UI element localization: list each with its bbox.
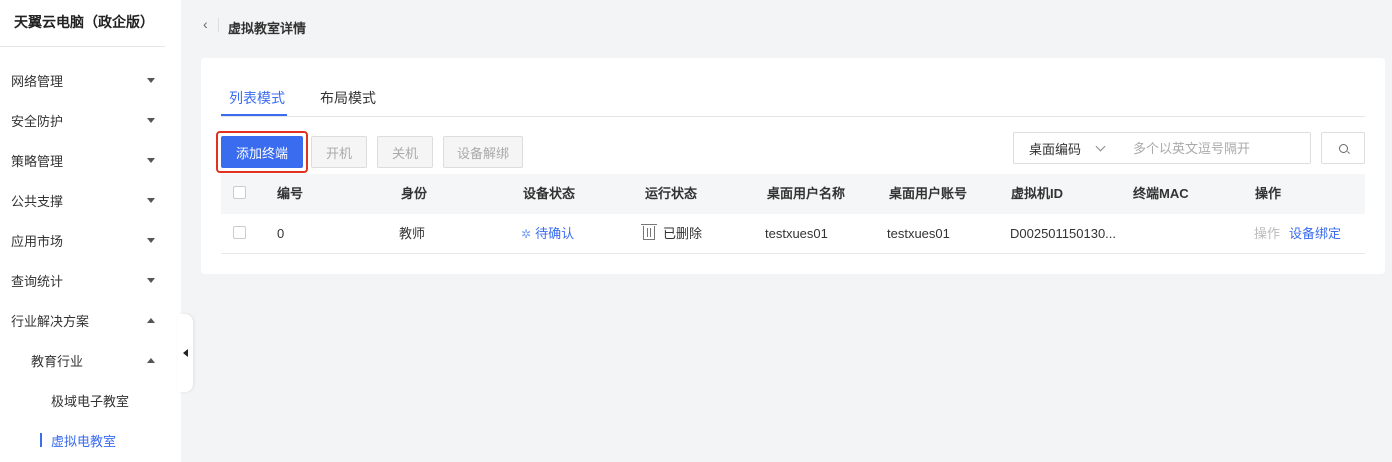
active-indicator	[40, 433, 42, 447]
sidebar-item-virtual-classroom[interactable]: 虚拟电教室	[0, 420, 181, 460]
chevron-up-icon	[147, 357, 155, 363]
cell-vm-id: D002501150130...	[1010, 226, 1117, 241]
page-title: 虚拟教室详情	[228, 21, 307, 36]
cell-identity: 教师	[399, 226, 426, 241]
sidebar-item-label: 行业解决方案	[11, 313, 90, 329]
chevron-down-icon	[147, 77, 155, 83]
search-filter-value: 桌面编码	[1029, 141, 1082, 157]
loading-icon: ✲	[521, 227, 532, 241]
sidebar-item-public-support[interactable]: 公共支撑	[0, 180, 181, 220]
power-on-button[interactable]: 开机	[311, 136, 367, 168]
sidebar-item-query-stats[interactable]: 查询统计	[0, 260, 181, 300]
search-icon	[1338, 143, 1348, 153]
column-header: 桌面用户账号	[889, 186, 968, 201]
bind-device-link[interactable]: 设备绑定	[1289, 214, 1341, 254]
sidebar-item-label: 虚拟电教室	[51, 433, 117, 449]
chevron-down-icon	[147, 197, 155, 203]
power-off-button[interactable]: 关机	[377, 136, 433, 168]
column-header: 终端MAC	[1133, 186, 1189, 201]
search-filter-select[interactable]: 桌面编码	[1013, 132, 1119, 164]
row-checkbox[interactable]	[233, 226, 246, 239]
column-header: 虚拟机ID	[1011, 186, 1064, 201]
cell-run-status: 已删除	[641, 214, 703, 254]
search-input[interactable]	[1118, 132, 1311, 164]
sidebar-item-electronic-classroom[interactable]: 极域电子教室	[0, 380, 181, 420]
sidebar-collapse-toggle[interactable]	[178, 314, 193, 392]
sidebar-item-security[interactable]: 安全防护	[0, 100, 181, 140]
chevron-down-icon	[1095, 141, 1106, 152]
sidebar-item-label: 公共支撑	[11, 193, 64, 209]
sidebar-item-label: 极域电子教室	[51, 393, 130, 409]
view-mode-tabs: 列表模式 布局模式	[221, 88, 1365, 117]
cell-desktop-user-account: testxues01	[887, 226, 950, 241]
cell-desktop-user-name: testxues01	[765, 226, 828, 241]
chevron-down-icon	[147, 277, 155, 283]
back-button[interactable]: ‹	[203, 16, 208, 32]
sidebar-item-label: 查询统计	[11, 273, 64, 289]
table-row: 0 教师 ✲ 待确认 已删除 testxues01 testxues01 D002…	[221, 214, 1365, 254]
trash-icon	[641, 224, 657, 240]
column-header: 设备状态	[523, 186, 576, 201]
cell-device-status: ✲ 待确认	[521, 214, 574, 254]
sidebar-item-app-market[interactable]: 应用市场	[0, 220, 181, 260]
column-header: 操作	[1255, 186, 1282, 201]
chevron-down-icon	[147, 117, 155, 123]
sidebar-item-education[interactable]: 教育行业	[0, 340, 181, 380]
chevron-up-icon	[147, 317, 155, 323]
sidebar-item-label: 应用市场	[11, 233, 64, 249]
operate-link[interactable]: 操作	[1254, 214, 1280, 254]
sidebar-item-label: 教育行业	[31, 353, 84, 369]
table-header: 编号 身份 设备状态 运行状态 桌面用户名称 桌面用户账号 虚拟机ID 终端MA…	[221, 174, 1365, 214]
sidebar-item-label: 策略管理	[11, 153, 64, 169]
header-divider	[218, 18, 219, 32]
select-all-checkbox[interactable]	[233, 186, 246, 199]
column-header: 桌面用户名称	[767, 186, 846, 201]
chevron-down-icon	[147, 237, 155, 243]
run-status-text: 已删除	[663, 226, 703, 241]
device-status-link[interactable]: 待确认	[535, 226, 574, 241]
cell-number: 0	[277, 226, 285, 241]
column-header: 运行状态	[645, 186, 698, 201]
sidebar-item-network[interactable]: 网络管理	[0, 60, 181, 100]
sidebar: 天翼云电脑（政企版） 网络管理 安全防护 策略管理 公共支撑 应用市场 查询统计…	[0, 0, 181, 462]
main-card: 列表模式 布局模式 添加终端 开机 关机 设备解绑 桌面编码 编号 身份 设备状…	[201, 58, 1385, 274]
caret-left-icon	[183, 349, 188, 357]
sidebar-item-label: 网络管理	[11, 73, 64, 89]
search-button[interactable]	[1321, 132, 1365, 164]
tab-layout-mode[interactable]: 布局模式	[320, 88, 376, 108]
add-terminal-button[interactable]: 添加终端	[221, 136, 303, 168]
app-title: 天翼云电脑（政企版）	[0, 0, 165, 47]
column-header: 编号	[277, 186, 304, 201]
tab-list-mode[interactable]: 列表模式	[229, 88, 285, 108]
sidebar-item-industry-solutions[interactable]: 行业解决方案	[0, 300, 181, 340]
chevron-down-icon	[147, 157, 155, 163]
column-header: 身份	[401, 186, 428, 201]
active-tab-indicator	[221, 114, 287, 116]
chevron-left-icon: ‹	[203, 16, 208, 32]
sidebar-item-policy[interactable]: 策略管理	[0, 140, 181, 180]
unbind-device-button[interactable]: 设备解绑	[443, 136, 523, 168]
sidebar-item-label: 安全防护	[11, 113, 64, 129]
